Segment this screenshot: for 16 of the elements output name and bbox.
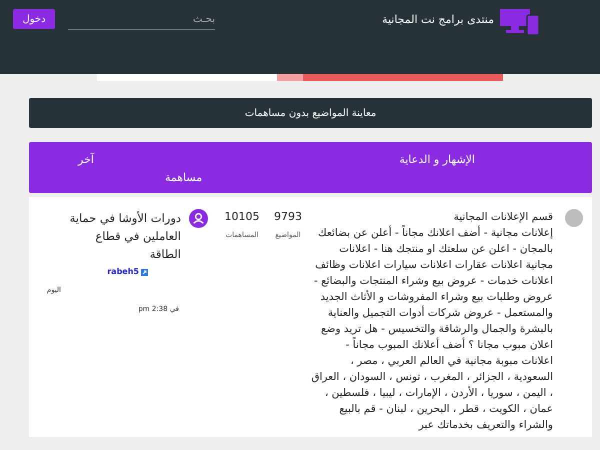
category-title[interactable]: الإشهار و الدعاية	[399, 152, 475, 193]
site-title[interactable]: منتدى برامج نت المجانية	[382, 12, 494, 28]
user-avatar-icon	[189, 209, 208, 228]
search-field[interactable]: بحـث	[68, 10, 215, 30]
column-heading: مساهمة	[165, 170, 202, 186]
forum-description: إعلانات مجانية - أضف اعلانك مجاناً - أعلن عن بضائعك بالمجان - اعلن عن سلعتك او منتجك هنا - اعلانات مجانية اعلانات عقارات اعلانات سيارات اعلانات وظائف اعلانات خدمات - عروض بيع وشراء المنتجات والبضائع - عروض وطلبات بيع وشراء المفروشات و الأثاث الجديد والمستعمل - عروض شركات أدوات التجميل والعناية بالبشرة والجمال والرشاقة والتخسيس - هل تريد وضع اعلان مبوب مجانا ؟ أضف أعلانك المبوب مجاناً - اعلانات مبوبة مجانية في العالم العربي ، مصر ، السعودية ، الجزائر ، المغرب ، تونس ، السودان ، العراق ، اليمن ، سوريا ، الأردن ، الإمارات ، ليبيا ، فلسطين ، عمان ، الكويت ، قطر ، البحرين ، لبنان - قم بالبيع والشراء والتعريف بخدماتك عبر	[311, 225, 553, 433]
notice-text: معاينة المواضيع بدون مساهمات	[244, 106, 376, 120]
forum-title[interactable]: قسم الإعلانات المجانية	[311, 209, 553, 225]
topics-count: 9793	[273, 209, 303, 225]
last-post-title[interactable]: دورات الأوشا في حماية العاملين في قطاع الطاقة	[69, 209, 181, 263]
author-link[interactable]: rabeh5	[107, 266, 139, 278]
posts-count: 10105	[224, 209, 260, 225]
devices-logo-icon	[500, 9, 540, 35]
login-button[interactable]: دخول	[13, 9, 55, 29]
link-icon	[141, 268, 148, 276]
column-heading: آخر	[78, 152, 94, 168]
